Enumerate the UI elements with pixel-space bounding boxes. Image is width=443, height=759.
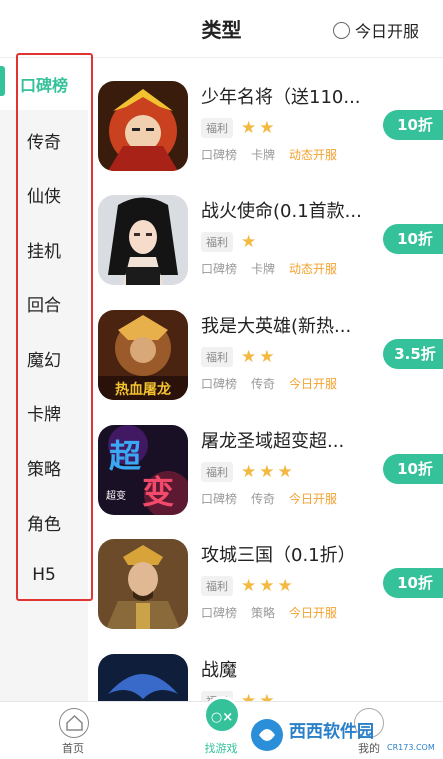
welfare-tag: 福利	[201, 576, 233, 596]
open-today-label: 今日开服	[354, 22, 419, 41]
meta-rank: 口碑榜	[201, 262, 238, 276]
svg-text:变: 变	[142, 473, 174, 511]
meta-server: 今日开服	[289, 606, 338, 620]
list-item[interactable]: 热血屠龙 我是大英雄(新热... 福利 ★ ★ 口碑榜 传奇 今日开服 3.5折	[88, 310, 443, 424]
welfare-tag: 福利	[201, 462, 233, 482]
star-icon: ★	[259, 575, 275, 596]
game-icon[interactable]	[98, 539, 188, 629]
star-icon: ★	[241, 575, 257, 596]
home-icon[interactable]	[59, 708, 89, 738]
star-icon: ★	[259, 690, 275, 701]
game-icon[interactable]: 热血屠龙	[98, 310, 188, 400]
meta-server: 动态开服	[289, 262, 338, 276]
star-icon: ★	[277, 575, 293, 596]
nav-home[interactable]: 首页	[18, 702, 128, 759]
game-name: 我是大英雄(新热...	[201, 316, 352, 337]
game-name: 战魔	[201, 660, 237, 681]
game-icon[interactable]	[98, 195, 188, 285]
meta-genre: 策略	[251, 606, 276, 620]
star-icon: ★	[241, 117, 257, 138]
discount-badge[interactable]: 3.5折	[383, 339, 443, 369]
meta-server: 今日开服	[289, 377, 338, 391]
meta-rank: 口碑榜	[201, 606, 238, 620]
star-icon: ★	[241, 346, 257, 367]
star-icon: ★	[259, 117, 275, 138]
welfare-tag: 福利	[201, 118, 233, 138]
game-name: 攻城三国（0.1折）	[201, 545, 356, 566]
game-icon[interactable]	[98, 81, 188, 171]
list-item[interactable]: 超 变 超变 屠龙圣域超变超... 福利 ★ ★ ★ 口碑榜 传奇 今日开服 1…	[88, 425, 443, 539]
discount-badge[interactable]: 10折	[383, 454, 443, 484]
list-item[interactable]: 少年名将（送110... 福利 ★ ★ 口碑榜 卡牌 动态开服 10折	[88, 81, 443, 195]
game-name: 战火使命(0.1首款...	[201, 201, 362, 222]
star-icon: ★	[241, 461, 257, 482]
meta-genre: 卡牌	[251, 148, 276, 162]
open-today-toggle[interactable]: 今日开服	[332, 18, 419, 42]
watermark-logo: 西西软件园 CR173.COM	[247, 715, 437, 755]
meta-genre: 卡牌	[251, 262, 276, 276]
svg-text:热血屠龙: 热血屠龙	[115, 381, 171, 398]
gamepad-icon[interactable]: ○×	[203, 696, 241, 734]
meta-genre: 传奇	[251, 377, 276, 391]
star-icon: ★	[259, 461, 275, 482]
meta-rank: 口碑榜	[201, 148, 238, 162]
sidebar-highlight-box	[16, 53, 93, 601]
game-name: 屠龙圣域超变超...	[201, 431, 345, 452]
list-item[interactable]: 冰 战魔 福利 ★ ★	[88, 654, 443, 701]
welfare-tag: 福利	[201, 347, 233, 367]
list-item[interactable]: 攻城三国（0.1折） 福利 ★ ★ ★ 口碑榜 策略 今日开服 10折	[88, 539, 443, 653]
meta-server: 动态开服	[289, 148, 338, 162]
meta-rank: 口碑榜	[201, 492, 238, 506]
game-list: 少年名将（送110... 福利 ★ ★ 口碑榜 卡牌 动态开服 10折 战火使命…	[88, 58, 443, 701]
star-icon: ★	[277, 461, 293, 482]
meta-rank: 口碑榜	[201, 377, 238, 391]
star-icon: ★	[241, 231, 257, 252]
radio-icon[interactable]	[332, 21, 350, 39]
discount-badge[interactable]: 10折	[383, 224, 443, 254]
header: 类型 今日开服	[0, 0, 443, 58]
game-icon[interactable]: 超 变 超变	[98, 425, 188, 515]
discount-badge[interactable]: 10折	[383, 110, 443, 140]
list-item[interactable]: 战火使命(0.1首款... 福利 ★ 口碑榜 卡牌 动态开服 10折	[88, 195, 443, 309]
game-icon[interactable]: 冰	[98, 654, 188, 701]
nav-home-label: 首页	[62, 742, 84, 755]
meta-genre: 传奇	[251, 492, 276, 506]
meta-server: 今日开服	[289, 492, 338, 506]
watermark-text: 西西软件园	[289, 721, 374, 742]
star-icon: ★	[259, 346, 275, 367]
svg-text:超变: 超变	[106, 489, 126, 502]
svg-text:超: 超	[109, 437, 142, 475]
welfare-tag: 福利	[201, 232, 233, 252]
discount-badge[interactable]: 10折	[383, 568, 443, 598]
star-icon: ★	[241, 690, 257, 701]
watermark-url: CR173.COM	[387, 743, 435, 752]
game-name: 少年名将（送110...	[201, 87, 361, 108]
